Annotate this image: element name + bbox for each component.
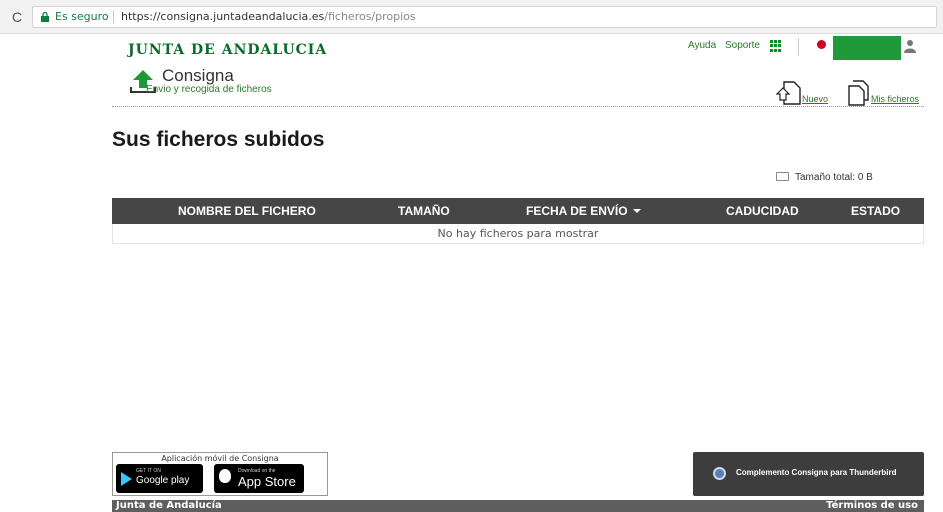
user-name-block[interactable] (833, 36, 901, 60)
footer-org-link[interactable]: Junta de Andalucía (116, 500, 222, 511)
new-file-icon (776, 81, 801, 105)
col-name[interactable]: NOMBRE DEL FICHERO (178, 204, 316, 218)
total-size: Tamaño total: 0 B (776, 172, 873, 183)
new-upload-label[interactable]: Nuevo (802, 94, 828, 104)
col-status[interactable]: ESTADO (851, 204, 900, 218)
help-link[interactable]: Ayuda (688, 40, 716, 51)
apps-grid-icon[interactable] (770, 40, 782, 52)
thunderbird-label: Complemento Consigna para Thunderbird (736, 468, 897, 477)
terms-link[interactable]: Términos de uso (826, 500, 918, 511)
reload-icon[interactable]: C (12, 9, 22, 25)
thunderbird-addon-button[interactable]: Complemento Consigna para Thunderbird (693, 452, 924, 496)
page-title: Sus ficheros subidos (112, 128, 325, 151)
top-nav: Ayuda Soporte (688, 40, 766, 51)
support-link[interactable]: Soporte (725, 40, 760, 51)
url-separator (113, 10, 114, 24)
google-play-badge[interactable]: GET IT ON Google play (116, 464, 203, 493)
col-date-label[interactable]: FECHA DE ENVÍO (526, 204, 628, 218)
footer-bar: Junta de Andalucía Términos de uso (112, 500, 924, 512)
files-table-header: NOMBRE DEL FICHERO TAMAÑO FECHA DE ENVÍO… (112, 198, 924, 224)
google-play-icon (121, 472, 132, 486)
sort-desc-icon[interactable] (632, 209, 641, 213)
mobile-app-label: Aplicación móvil de Consigna (161, 454, 279, 463)
brand-logo[interactable]: JUNTA DE ANDALUCIA (128, 42, 327, 58)
url-main: https://consigna.juntadeandalucia.es (121, 10, 325, 23)
col-size[interactable]: TAMAÑO (398, 204, 450, 218)
thunderbird-icon (713, 467, 726, 480)
apple-icon (219, 469, 231, 483)
col-date[interactable]: FECHA DE ENVÍO (526, 204, 641, 218)
files-table-empty-row: No hay ficheros para mostrar (112, 224, 924, 244)
nav-divider (798, 38, 799, 56)
new-upload-button[interactable]: Nuevo (776, 80, 834, 106)
total-size-label: Tamaño total: 0 B (795, 172, 873, 183)
google-play-small: GET IT ON (136, 468, 161, 474)
mobile-app-box: Aplicación móvil de Consigna GET IT ON G… (112, 452, 328, 496)
files-icon (848, 80, 869, 106)
notification-error-icon[interactable] (817, 40, 826, 49)
browser-address-bar: C Es seguro https://consigna.juntadeanda… (0, 0, 943, 34)
app-store-text: App Store (238, 474, 296, 489)
my-files-button[interactable]: Mis ficheros (845, 80, 930, 106)
folder-icon (776, 172, 789, 181)
google-play-text: Google play (136, 475, 190, 486)
app-title[interactable]: Consigna (162, 66, 234, 86)
my-files-label[interactable]: Mis ficheros (871, 94, 919, 104)
url-field[interactable]: Es seguro https://consigna.juntadeandalu… (32, 6, 937, 28)
url-text: https://consigna.juntadeandalucia.es/fic… (121, 7, 416, 27)
user-icon[interactable] (904, 39, 916, 53)
app-store-badge[interactable]: Download on the App Store (214, 464, 304, 493)
col-expiry[interactable]: CADUCIDAD (726, 204, 799, 218)
lock-icon (41, 12, 49, 22)
url-path: /ficheros/propios (324, 10, 416, 23)
app-subtitle: Envio y recogida de ficheros (146, 84, 272, 95)
secure-label: Es seguro (55, 10, 109, 23)
header-divider (112, 106, 924, 107)
